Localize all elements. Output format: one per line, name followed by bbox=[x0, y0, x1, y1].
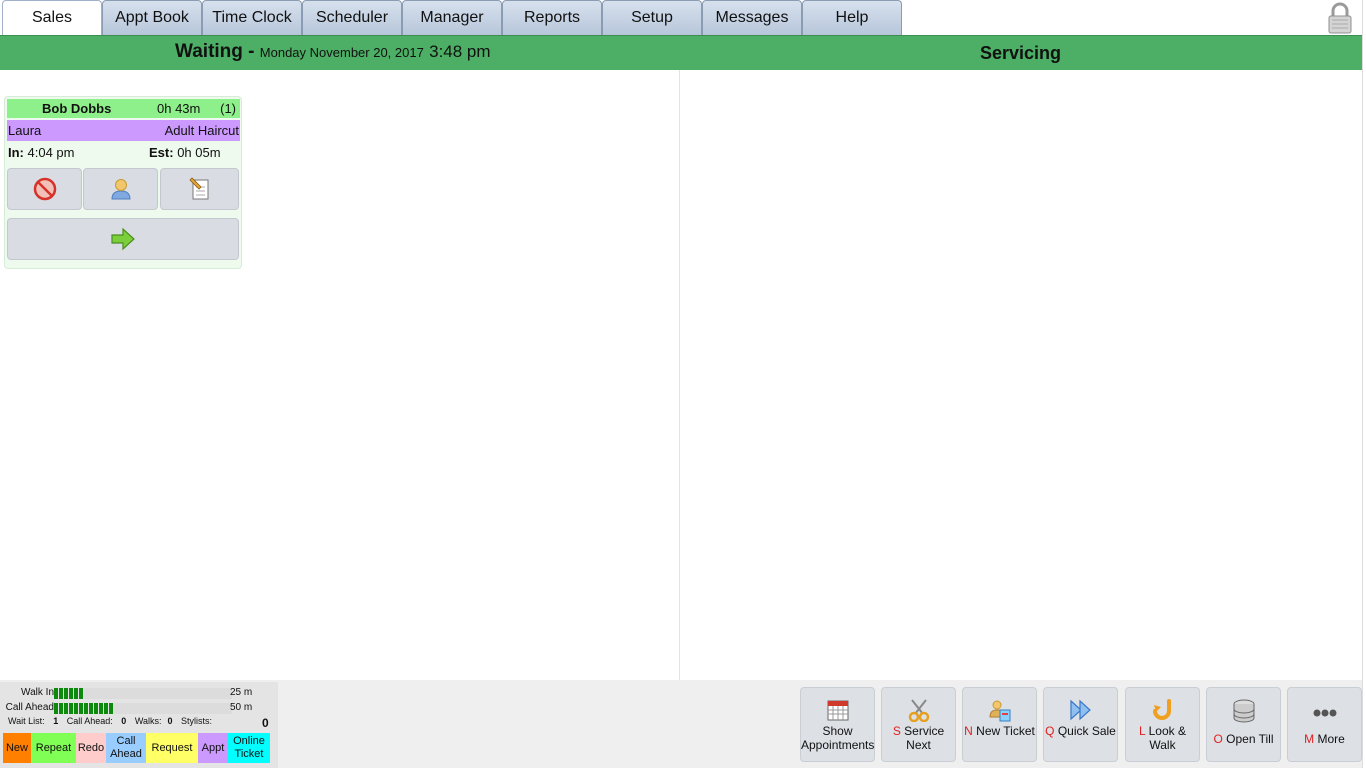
service-next-label: S Service Next bbox=[892, 724, 945, 752]
tab-help[interactable]: Help bbox=[802, 0, 902, 35]
tab-appt-book[interactable]: Appt Book bbox=[102, 0, 202, 35]
calendar-icon bbox=[827, 700, 848, 721]
legend-repeat: Repeat bbox=[31, 733, 76, 763]
sales-screen: Sales Appt Book Time Clock Scheduler Man… bbox=[0, 0, 1366, 768]
ticket-times: In: 4:04 pm Est: 0h 05m bbox=[7, 143, 240, 163]
show-appointments-button[interactable]: Show Appointments bbox=[800, 687, 875, 762]
walk-in-stat: Walk In 25 m bbox=[21, 687, 253, 699]
cancel-icon bbox=[33, 177, 56, 201]
call-ahead-minutes: 50 m bbox=[230, 702, 253, 713]
look-walk-icon bbox=[1152, 699, 1171, 720]
main-tabs: Sales Appt Book Time Clock Scheduler Man… bbox=[2, 0, 902, 35]
cancel-ticket-button[interactable] bbox=[7, 168, 82, 210]
legend-appt: Appt bbox=[198, 733, 228, 763]
fast-forward-icon bbox=[1069, 699, 1091, 721]
arrow-right-icon bbox=[111, 227, 135, 251]
scroll-edge bbox=[1362, 0, 1366, 768]
call-ahead-count: Call Ahead: 0 bbox=[66, 716, 127, 726]
till-icon bbox=[1233, 699, 1254, 723]
wait-list-count: Wait List: 1 bbox=[8, 716, 59, 726]
open-till-button[interactable]: O Open Till bbox=[1206, 687, 1281, 762]
stylist-name: Laura bbox=[8, 123, 42, 138]
ticket-service-row: Laura Adult Haircut bbox=[7, 120, 240, 141]
waiting-label: Waiting - bbox=[175, 41, 255, 62]
tab-sales[interactable]: Sales bbox=[2, 0, 102, 35]
waiting-ticket-card[interactable]: Bob Dobbs 0h 43m (1) Laura Adult Haircut… bbox=[4, 96, 242, 269]
current-date: Monday November 20, 2017 bbox=[259, 45, 424, 60]
look-walk-button[interactable]: L Look & Walk bbox=[1125, 687, 1200, 762]
more-label: M More bbox=[1304, 732, 1345, 746]
legend-call-ahead: Call Ahead bbox=[106, 733, 146, 763]
lock-icon[interactable] bbox=[1326, 2, 1354, 34]
customer-name: Bob Dobbs bbox=[42, 101, 112, 116]
stylists-label: Stylists: bbox=[181, 716, 213, 726]
tab-reports[interactable]: Reports bbox=[502, 0, 602, 35]
legend-online-ticket: Online Ticket bbox=[228, 733, 270, 763]
new-ticket-label: N New Ticket bbox=[964, 724, 1035, 738]
tab-messages[interactable]: Messages bbox=[702, 0, 802, 35]
stylists-count: 0 bbox=[262, 716, 269, 730]
call-ahead-bar bbox=[54, 703, 232, 714]
service-name: Adult Haircut bbox=[164, 123, 239, 138]
assign-stylist-button[interactable] bbox=[83, 168, 158, 210]
show-appointments-label: Show Appointments bbox=[801, 724, 875, 752]
new-ticket-button[interactable]: N New Ticket bbox=[962, 687, 1037, 762]
walk-in-minutes: 25 m bbox=[230, 687, 253, 698]
open-till-label: O Open Till bbox=[1213, 732, 1274, 746]
person-icon bbox=[110, 179, 131, 200]
more-button[interactable]: M More bbox=[1287, 687, 1362, 762]
walk-in-bar bbox=[54, 688, 232, 699]
quick-sale-button[interactable]: Q Quick Sale bbox=[1043, 687, 1118, 762]
service-next-button[interactable]: S Service Next bbox=[881, 687, 956, 762]
check-in-time: In: 4:04 pm bbox=[8, 145, 75, 160]
legend-request: Request bbox=[146, 733, 198, 763]
wait-stats-panel: Walk In 25 m Call Ahead 50 m Wait List: … bbox=[0, 682, 278, 768]
column-divider bbox=[679, 70, 680, 680]
current-time: 3:48 pm bbox=[429, 42, 491, 61]
legend-new: New bbox=[3, 733, 31, 763]
estimated-time: Est: 0h 05m bbox=[149, 145, 221, 160]
wait-duration: 0h 43m bbox=[157, 101, 201, 116]
edit-ticket-button[interactable] bbox=[160, 168, 239, 210]
ticket-header: Bob Dobbs 0h 43m (1) bbox=[7, 99, 240, 118]
servicing-heading: Servicing bbox=[980, 43, 1062, 63]
edit-note-icon bbox=[188, 177, 208, 200]
new-ticket-icon bbox=[988, 700, 1010, 722]
look-walk-label: L Look & Walk bbox=[1139, 724, 1186, 752]
tab-manager[interactable]: Manager bbox=[402, 0, 502, 35]
quick-sale-label: Q Quick Sale bbox=[1045, 724, 1116, 738]
start-service-button[interactable] bbox=[7, 218, 239, 260]
header-bar: Waiting - Monday November 20, 2017 3:48 … bbox=[0, 35, 1362, 70]
tab-time-clock[interactable]: Time Clock bbox=[202, 0, 302, 35]
ticket-count: (1) bbox=[220, 101, 236, 116]
tab-setup[interactable]: Setup bbox=[602, 0, 702, 35]
call-ahead-stat: Call Ahead 50 m bbox=[5, 702, 253, 714]
tab-scheduler[interactable]: Scheduler bbox=[302, 0, 402, 35]
ticket-type-legend: New Repeat Redo Call Ahead Request Appt … bbox=[3, 733, 270, 763]
scissors-icon bbox=[908, 699, 929, 722]
queue-counts: Wait List: 1 Call Ahead: 0 Walks: 0 Styli… bbox=[8, 716, 270, 726]
walks-count: Walks: 0 bbox=[134, 716, 173, 726]
legend-redo: Redo bbox=[76, 733, 106, 763]
waiting-heading: Waiting - Monday November 20, 2017 3:48 … bbox=[175, 41, 491, 63]
more-dots-icon bbox=[1313, 709, 1336, 717]
